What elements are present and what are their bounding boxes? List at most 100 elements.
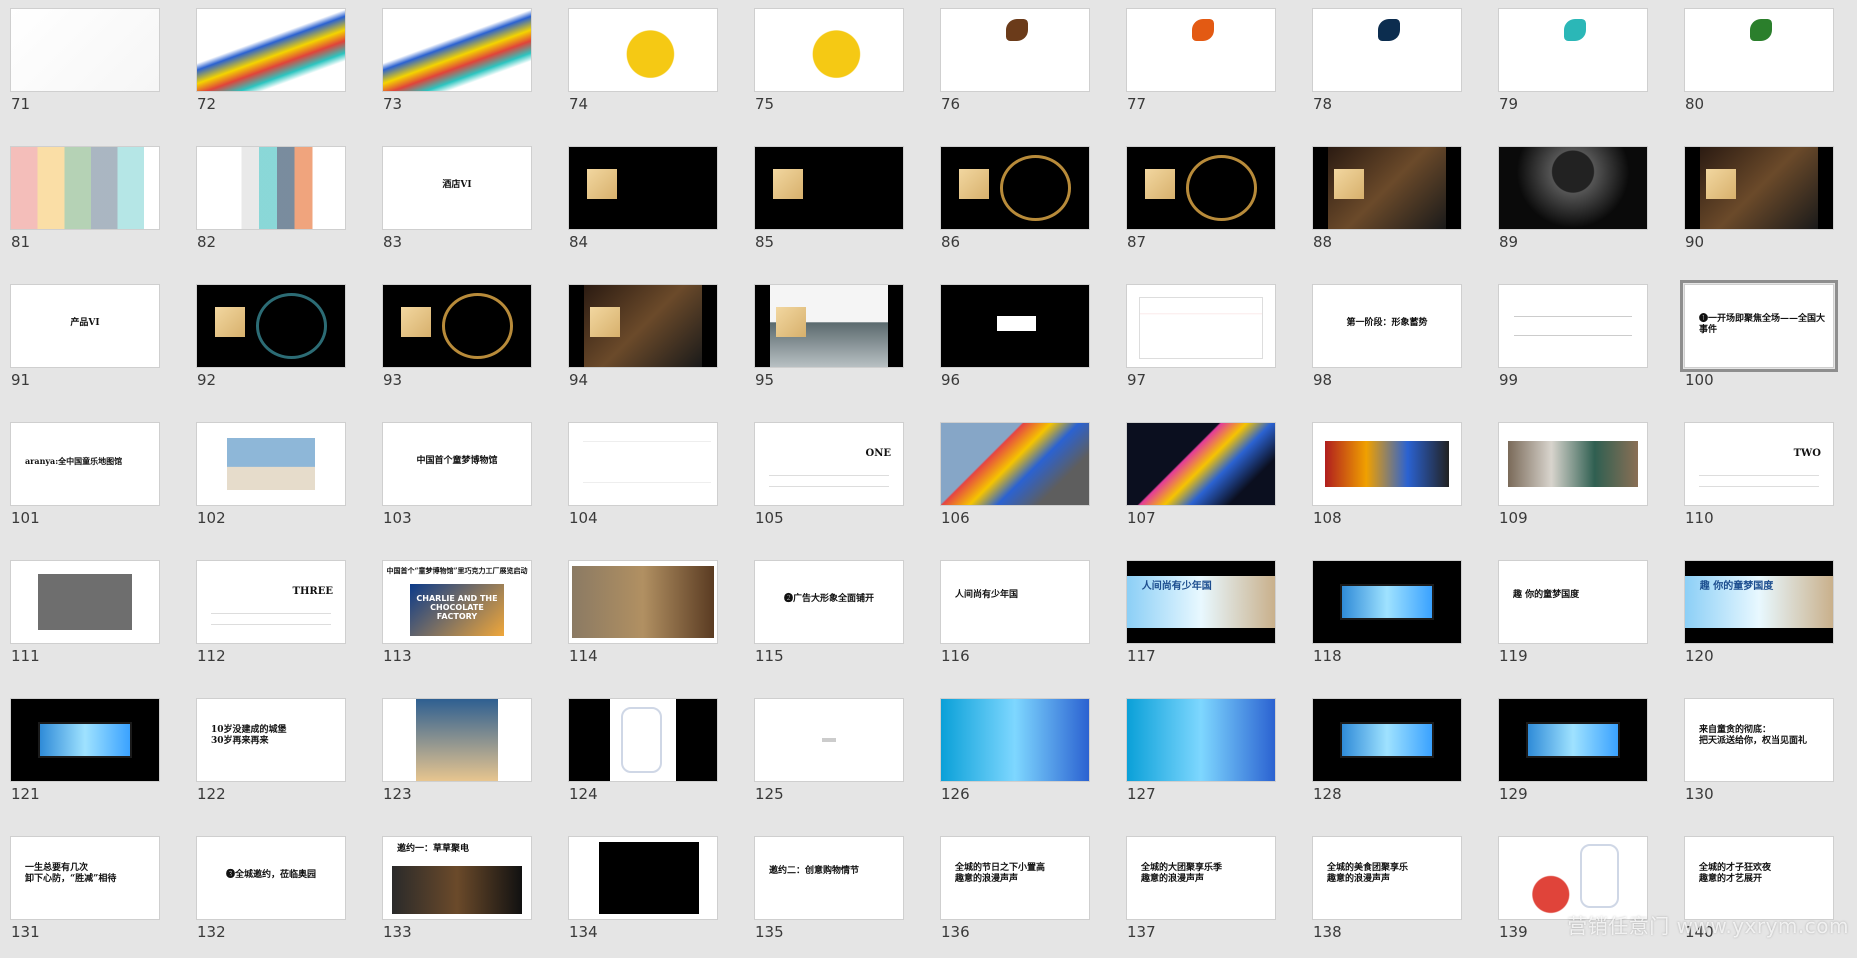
slide-cell[interactable]: 酒店VI83 — [372, 138, 542, 268]
slide-cell[interactable]: 邀约二：创意购物情节135 — [744, 828, 914, 958]
slide-cell[interactable]: 96 — [930, 276, 1100, 406]
slide-thumbnail[interactable]: ❸全城邀约，莅临奥园 — [196, 836, 346, 920]
slide-thumbnail[interactable] — [568, 146, 718, 230]
slide-thumbnail[interactable] — [754, 8, 904, 92]
slide-cell[interactable]: 78 — [1302, 0, 1472, 130]
slide-thumbnail[interactable] — [1498, 8, 1648, 92]
slide-cell[interactable]: 125 — [744, 690, 914, 820]
slide-thumbnail[interactable] — [754, 284, 904, 368]
slide-cell[interactable]: 75 — [744, 0, 914, 130]
slide-thumbnail[interactable]: TWO — [1684, 422, 1834, 506]
slide-thumbnail[interactable] — [568, 8, 718, 92]
slide-cell[interactable]: TWO110 — [1674, 414, 1844, 544]
slide-thumbnail[interactable]: ❷广告大形象全面铺开 — [754, 560, 904, 644]
slide-cell[interactable]: 94 — [558, 276, 728, 406]
slide-thumbnail[interactable] — [196, 284, 346, 368]
slide-thumbnail[interactable] — [1126, 698, 1276, 782]
slide-thumbnail[interactable]: 全城的节日之下小置高 趣意的浪漫声声 — [940, 836, 1090, 920]
slide-thumbnail[interactable] — [940, 284, 1090, 368]
slide-thumbnail[interactable] — [940, 698, 1090, 782]
slide-cell[interactable]: 全城的美食团聚享乐 趣意的浪漫声声138 — [1302, 828, 1472, 958]
slide-cell[interactable]: 72 — [186, 0, 356, 130]
slide-thumbnail[interactable] — [1498, 698, 1648, 782]
slide-cell[interactable]: 79 — [1488, 0, 1658, 130]
slide-thumbnail[interactable] — [10, 146, 160, 230]
slide-thumbnail[interactable]: 中国首个“童梦博物馆”里巧克力工厂展览启动CHARLIE AND THE CHO… — [382, 560, 532, 644]
slide-thumbnail[interactable] — [568, 560, 718, 644]
slide-cell[interactable]: ❸全城邀约，莅临奥园132 — [186, 828, 356, 958]
slide-cell[interactable]: 128 — [1302, 690, 1472, 820]
slide-cell[interactable]: 129 — [1488, 690, 1658, 820]
slide-thumbnail[interactable]: 趣 你的童梦国度 — [1684, 560, 1834, 644]
slide-cell[interactable]: 84 — [558, 138, 728, 268]
slide-cell[interactable]: 85 — [744, 138, 914, 268]
slide-thumbnail[interactable]: 一生总要有几次 卸下心防，“胜减”相待 — [10, 836, 160, 920]
slide-thumbnail[interactable] — [568, 698, 718, 782]
slide-thumbnail[interactable]: ❶一开场即聚焦全场——全国大事件 — [1684, 284, 1834, 368]
slide-cell[interactable]: 118 — [1302, 552, 1472, 682]
slide-thumbnail[interactable]: 邀约一：草草聚电 — [382, 836, 532, 920]
slide-cell[interactable]: 93 — [372, 276, 542, 406]
slide-cell[interactable]: 10岁没建成的城堡 30岁再来再来122 — [186, 690, 356, 820]
slide-thumbnail[interactable] — [1312, 698, 1462, 782]
slide-cell[interactable]: 95 — [744, 276, 914, 406]
slide-cell[interactable]: 71 — [0, 0, 170, 130]
slide-cell[interactable]: 121 — [0, 690, 170, 820]
slide-cell[interactable]: 124 — [558, 690, 728, 820]
slide-cell[interactable]: 99 — [1488, 276, 1658, 406]
slide-thumbnail[interactable]: 酒店VI — [382, 146, 532, 230]
slide-thumbnail[interactable] — [196, 146, 346, 230]
slide-thumbnail[interactable] — [568, 422, 718, 506]
slide-cell[interactable]: 来自童贪的彻底： 把天派送给你，权当见面礼130 — [1674, 690, 1844, 820]
slide-thumbnail[interactable]: 人间尚有少年国 — [1126, 560, 1276, 644]
slide-cell[interactable]: ONE105 — [744, 414, 914, 544]
slide-thumbnail[interactable] — [10, 560, 160, 644]
slide-thumbnail[interactable]: aranya:全中国童乐地图馆 — [10, 422, 160, 506]
slide-thumbnail[interactable]: 全城的美食团聚享乐 趣意的浪漫声声 — [1312, 836, 1462, 920]
slide-thumbnail[interactable] — [940, 8, 1090, 92]
slide-cell[interactable]: 趣 你的童梦国度119 — [1488, 552, 1658, 682]
slide-thumbnail[interactable] — [940, 422, 1090, 506]
slide-thumbnail[interactable] — [1126, 422, 1276, 506]
slide-thumbnail[interactable] — [10, 8, 160, 92]
slide-thumbnail[interactable] — [1126, 146, 1276, 230]
slide-cell[interactable]: 123 — [372, 690, 542, 820]
slide-cell[interactable]: 88 — [1302, 138, 1472, 268]
slide-thumbnail[interactable]: 来自童贪的彻底： 把天派送给你，权当见面礼 — [1684, 698, 1834, 782]
slide-cell[interactable]: 中国首个童梦博物馆103 — [372, 414, 542, 544]
slide-cell[interactable]: 109 — [1488, 414, 1658, 544]
slide-thumbnail[interactable] — [1312, 146, 1462, 230]
slide-cell[interactable]: 73 — [372, 0, 542, 130]
slide-cell[interactable]: 134 — [558, 828, 728, 958]
slide-thumbnail[interactable] — [754, 698, 904, 782]
slide-thumbnail[interactable] — [754, 146, 904, 230]
slide-thumbnail[interactable] — [1126, 284, 1276, 368]
slide-thumbnail[interactable]: THREE — [196, 560, 346, 644]
slide-thumbnail[interactable] — [382, 8, 532, 92]
slide-thumbnail[interactable] — [940, 146, 1090, 230]
slide-cell[interactable]: 76 — [930, 0, 1100, 130]
slide-cell[interactable]: 86 — [930, 138, 1100, 268]
slide-cell[interactable]: 80 — [1674, 0, 1844, 130]
slide-cell[interactable]: 81 — [0, 138, 170, 268]
slide-cell[interactable]: ❶一开场即聚焦全场——全国大事件100 — [1674, 276, 1844, 406]
slide-thumbnail[interactable]: 全城的大团聚享乐季 趣意的浪漫声声 — [1126, 836, 1276, 920]
slide-thumbnail[interactable] — [1498, 836, 1648, 920]
slide-thumbnail[interactable] — [10, 698, 160, 782]
slide-cell[interactable]: 77 — [1116, 0, 1286, 130]
slide-cell[interactable]: 108 — [1302, 414, 1472, 544]
slide-thumbnail[interactable] — [382, 284, 532, 368]
slide-cell[interactable]: 产品VI91 — [0, 276, 170, 406]
slide-cell[interactable]: 89 — [1488, 138, 1658, 268]
slide-cell[interactable]: ❷广告大形象全面铺开115 — [744, 552, 914, 682]
slide-cell[interactable]: 第一阶段：形象蓄势98 — [1302, 276, 1472, 406]
slide-thumbnail[interactable] — [382, 698, 532, 782]
slide-thumbnail[interactable] — [1312, 422, 1462, 506]
slide-thumbnail[interactable] — [1312, 8, 1462, 92]
slide-thumbnail[interactable] — [1498, 284, 1648, 368]
slide-thumbnail[interactable]: ONE — [754, 422, 904, 506]
slide-cell[interactable]: 97 — [1116, 276, 1286, 406]
slide-thumbnail[interactable]: 产品VI — [10, 284, 160, 368]
slide-cell[interactable]: aranya:全中国童乐地图馆101 — [0, 414, 170, 544]
slide-thumbnail[interactable] — [568, 836, 718, 920]
